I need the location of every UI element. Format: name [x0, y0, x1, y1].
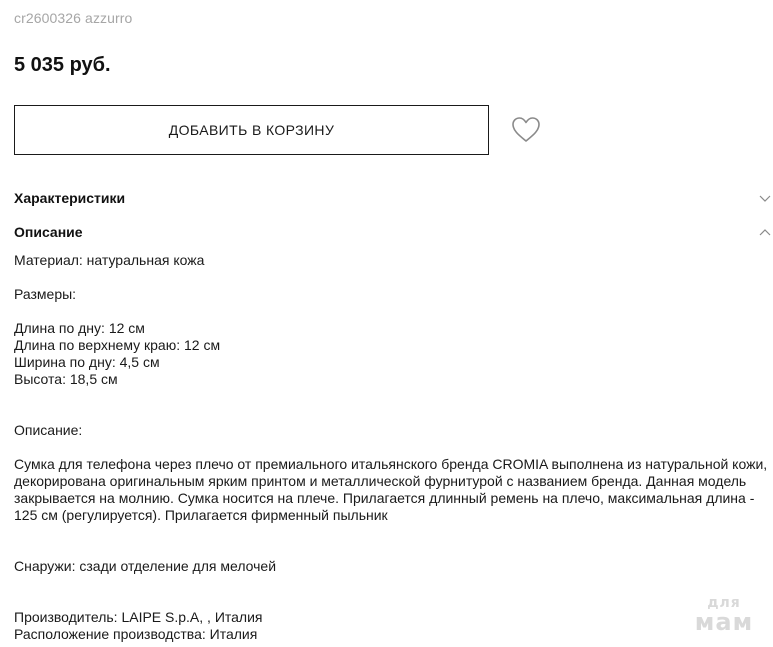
- add-to-cart-label: ДОБАВИТЬ В КОРЗИНУ: [168, 122, 335, 138]
- description-label: Описание:: [14, 422, 83, 438]
- watermark-line-2: мам: [694, 608, 754, 636]
- description-title: Описание: [14, 224, 83, 240]
- sizes-label: Размеры:: [14, 286, 77, 302]
- description-section-header[interactable]: Описание: [14, 224, 773, 244]
- chevron-down-icon: [759, 195, 771, 202]
- characteristics-title: Характеристики: [14, 190, 126, 206]
- outside-text: Снаружи: сзади отделение для мелочей: [14, 558, 277, 574]
- product-price: 5 035 руб.: [14, 54, 111, 76]
- manufacturer-text: Производитель: LAIPE S.p.A, , Италия Рас…: [14, 609, 263, 642]
- characteristics-section-header[interactable]: Характеристики: [14, 190, 773, 210]
- description-content: Материал: натуральная кожа Размеры: Длин…: [14, 252, 769, 643]
- chevron-up-icon: [759, 229, 771, 236]
- sizes-text: Длина по дну: 12 см Длина по верхнему кр…: [14, 320, 221, 387]
- wishlist-button[interactable]: [511, 116, 541, 144]
- description-text: Сумка для телефона через плечо от премиа…: [14, 456, 768, 523]
- product-sku: cr2600326 azzurro: [14, 10, 133, 26]
- watermark-logo: для мам: [688, 596, 760, 636]
- heart-icon: [512, 117, 540, 142]
- add-to-cart-button[interactable]: ДОБАВИТЬ В КОРЗИНУ: [14, 105, 489, 155]
- material-text: Материал: натуральная кожа: [14, 252, 205, 268]
